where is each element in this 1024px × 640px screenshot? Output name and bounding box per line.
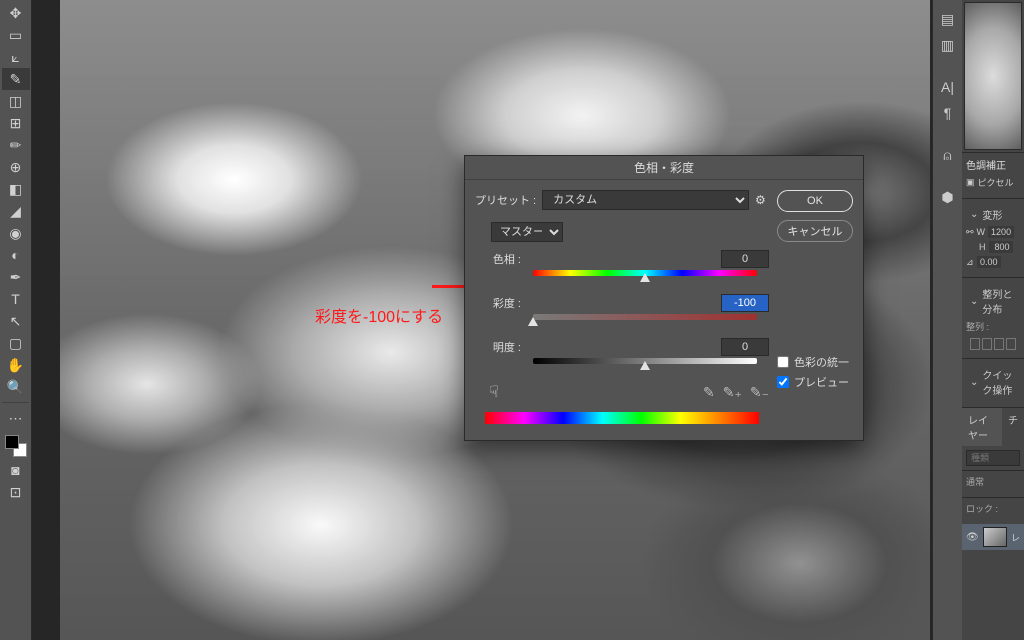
lock-label: ロック : xyxy=(966,502,1020,515)
eyedropper-icon[interactable]: ✎ xyxy=(703,384,715,401)
character-icon[interactable]: A| xyxy=(933,74,962,100)
layer-item[interactable]: 👁 レ xyxy=(962,524,1024,550)
zoom-tool-icon[interactable]: 🔍 xyxy=(2,376,30,398)
preview-checkbox[interactable]: プレビュー xyxy=(777,374,853,390)
marquee-tool-icon[interactable]: ▭ xyxy=(2,24,30,46)
eyedropper-plus-icon[interactable]: ✎₊ xyxy=(723,384,742,401)
dialog-title: 色相・彩度 xyxy=(465,156,863,180)
paragraph-icon[interactable]: ¶ xyxy=(933,100,962,126)
scrubby-icon[interactable]: ☟ xyxy=(489,382,499,402)
saturation-input[interactable] xyxy=(721,294,769,312)
eyedropper-minus-icon[interactable]: ✎₋ xyxy=(750,384,769,401)
hue-slider[interactable] xyxy=(533,270,757,284)
frame-tool-icon[interactable]: ⊞ xyxy=(2,112,30,134)
color-preview[interactable] xyxy=(964,2,1022,150)
align-dist-section[interactable]: 整列と分布 xyxy=(966,282,1020,320)
lasso-tool-icon[interactable]: ⟀ xyxy=(2,46,30,68)
master-select[interactable]: マスター xyxy=(491,222,563,242)
right-dock: ▤ ▥ A| ¶ ⍝ ⬢ xyxy=(932,0,962,640)
link-icon[interactable]: ⚯ xyxy=(966,227,974,238)
preset-gear-icon[interactable]: ⚙ xyxy=(755,193,769,207)
3d-icon[interactable]: ⬢ xyxy=(933,184,962,210)
pixel-info-icon: ▣ xyxy=(966,177,975,188)
canvas-area[interactable]: 彩度を-100にする 色相・彩度 プリセット : カスタム ⚙ マスター xyxy=(32,0,932,640)
preset-select[interactable]: カスタム xyxy=(542,190,749,210)
color-correction-header[interactable]: 色調補正 xyxy=(966,157,1020,172)
blur-tool-icon[interactable]: ◉ xyxy=(2,222,30,244)
color-swatch[interactable] xyxy=(5,435,27,457)
hue-label: 色相 : xyxy=(475,251,527,267)
saturation-slider[interactable] xyxy=(533,314,757,328)
saturation-label: 彩度 : xyxy=(475,295,527,311)
hand-tool-icon[interactable]: ✋ xyxy=(2,354,30,376)
spectrum-bar xyxy=(485,412,759,424)
height-input[interactable]: 800 xyxy=(989,241,1013,253)
eyedropper-tool-icon[interactable]: ✎ xyxy=(2,68,30,90)
gradient-tool-icon[interactable]: ◢ xyxy=(2,200,30,222)
colorize-checkbox[interactable]: 色彩の統一 xyxy=(777,354,853,370)
hue-saturation-dialog: 色相・彩度 プリセット : カスタム ⚙ マスター 色相 : xyxy=(464,155,864,441)
cancel-button[interactable]: キャンセル xyxy=(777,220,853,242)
edit-toolbar-icon[interactable]: ⋯ xyxy=(2,407,30,429)
blend-mode[interactable]: 通常 xyxy=(966,475,1020,488)
preset-label: プリセット : xyxy=(475,192,536,208)
layer-name: レ xyxy=(1011,531,1020,544)
type-tool-icon[interactable]: T xyxy=(2,288,30,310)
layer-search-input[interactable] xyxy=(966,450,1020,466)
right-panel: 色調補正 ▣ピクセル 変形 ⚯W1200 H800 ⊿0.00 整列と分布 整列… xyxy=(962,0,1024,640)
shape-tool-icon[interactable]: ▢ xyxy=(2,332,30,354)
tab-layers[interactable]: レイヤー xyxy=(962,408,1002,446)
quickmask-icon[interactable]: ◙ xyxy=(2,459,30,481)
glyphs-icon[interactable]: ⍝ xyxy=(933,142,962,168)
pen-tool-icon[interactable]: ✒ xyxy=(2,266,30,288)
histogram-icon[interactable]: ▤ xyxy=(933,6,962,32)
clone-tool-icon[interactable]: ⊕ xyxy=(2,156,30,178)
ok-button[interactable]: OK xyxy=(777,190,853,212)
navigator-icon[interactable]: ▥ xyxy=(933,32,962,58)
hue-input[interactable] xyxy=(721,250,769,268)
visibility-icon[interactable]: 👁 xyxy=(966,532,979,543)
quick-actions-section[interactable]: クイック操作 xyxy=(966,363,1020,401)
path-tool-icon[interactable]: ↖ xyxy=(2,310,30,332)
angle-icon: ⊿ xyxy=(966,257,974,268)
tab-channels[interactable]: チ xyxy=(1002,408,1024,446)
workspace: ✥ ▭ ⟀ ✎ ◫ ⊞ ✏ ⊕ ◧ ◢ ◉ ◐ ✒ T ↖ ▢ ✋ 🔍 ⋯ ◙ … xyxy=(0,0,1024,640)
angle-input[interactable]: 0.00 xyxy=(977,256,1001,268)
brush-tool-icon[interactable]: ✏ xyxy=(2,134,30,156)
transform-section[interactable]: 変形 xyxy=(966,203,1020,226)
crop-tool-icon[interactable]: ◫ xyxy=(2,90,30,112)
eraser-tool-icon[interactable]: ◧ xyxy=(2,178,30,200)
layer-thumbnail[interactable] xyxy=(983,527,1007,547)
move-tool-icon[interactable]: ✥ xyxy=(2,2,30,24)
left-toolbar: ✥ ▭ ⟀ ✎ ◫ ⊞ ✏ ⊕ ◧ ◢ ◉ ◐ ✒ T ↖ ▢ ✋ 🔍 ⋯ ◙ … xyxy=(0,0,32,640)
screenmode-icon[interactable]: ⊡ xyxy=(2,481,30,503)
lightness-slider[interactable] xyxy=(533,358,757,372)
lightness-label: 明度 : xyxy=(475,339,527,355)
width-input[interactable]: 1200 xyxy=(988,226,1014,238)
align-buttons[interactable] xyxy=(966,336,1020,352)
lightness-input[interactable] xyxy=(721,338,769,356)
dodge-tool-icon[interactable]: ◐ xyxy=(2,244,30,266)
